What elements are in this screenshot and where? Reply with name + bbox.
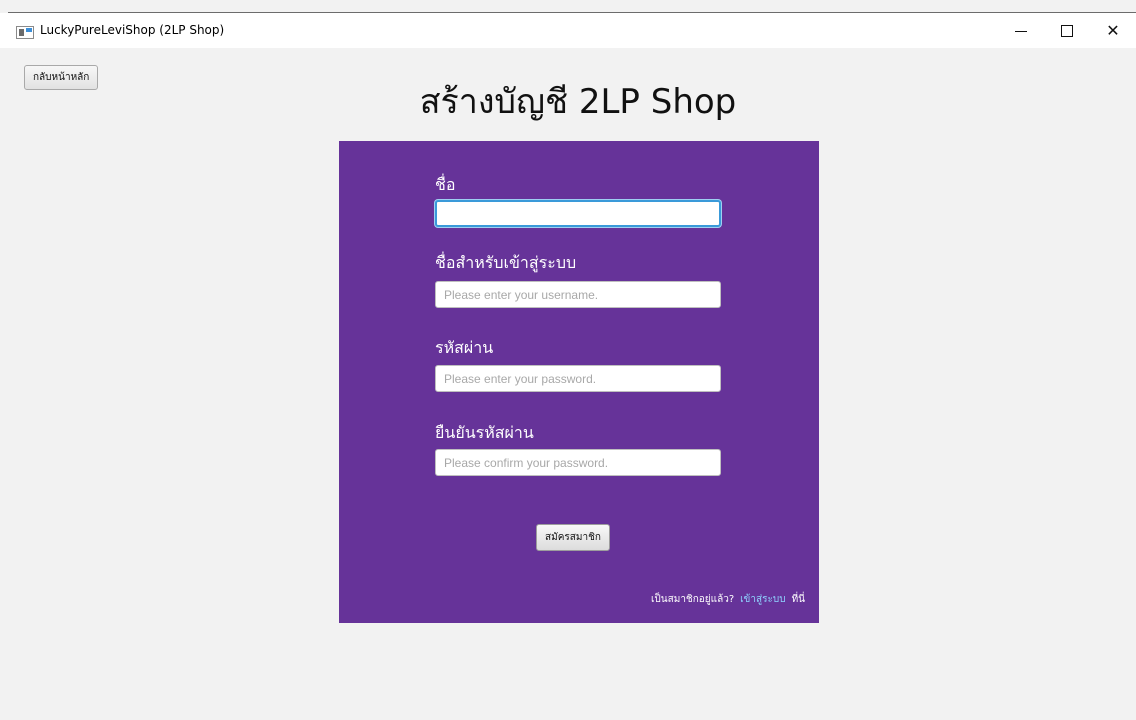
username-input[interactable] [435,281,721,308]
password-input[interactable] [435,365,721,392]
back-home-button[interactable]: กลับหน้าหลัก [24,65,99,90]
window-title: LuckyPureLeviShop (2LP Shop) [40,23,225,37]
main-content: กลับหน้าหลัก สร้างบัญชี 2LP Shop ชื่อ ชื… [0,48,1136,720]
login-prompt-text: เป็นสมาชิกอยู่แล้ว? [651,594,735,605]
close-icon: ✕ [1106,21,1120,40]
name-label: ชื่อ [435,175,456,194]
minimize-button[interactable] [998,13,1044,48]
title-bar[interactable]: LuckyPureLeviShop (2LP Shop) ✕ [0,13,1136,48]
page-title: สร้างบัญชี 2LP Shop [419,82,737,122]
signup-form-panel: ชื่อ ชื่อสำหรับเข้าสู่ระบบ รหัสผ่าน ยืนย… [339,141,819,623]
login-link[interactable]: เข้าสู่ระบบ [740,594,785,605]
username-label: ชื่อสำหรับเข้าสู่ระบบ [435,253,577,272]
name-input[interactable] [435,200,721,227]
confirm-password-input[interactable] [435,449,721,476]
signup-button[interactable]: สมัครสมาชิก [536,524,610,551]
close-button[interactable]: ✕ [1090,13,1136,48]
app-window: LuckyPureLeviShop (2LP Shop) ✕ กลับหน้าห… [0,0,1136,720]
password-label: รหัสผ่าน [435,338,494,357]
login-prompt: เป็นสมาชิกอยู่แล้ว? เข้าสู่ระบบ ที่นี่ [651,592,805,607]
maximize-button[interactable] [1044,13,1090,48]
login-prompt-suffix: ที่นี่ [791,594,805,605]
maximize-icon [1061,24,1073,37]
minimize-icon [1015,31,1027,32]
app-window-icon [16,26,34,39]
confirm-password-label: ยืนยันรหัสผ่าน [435,423,534,442]
